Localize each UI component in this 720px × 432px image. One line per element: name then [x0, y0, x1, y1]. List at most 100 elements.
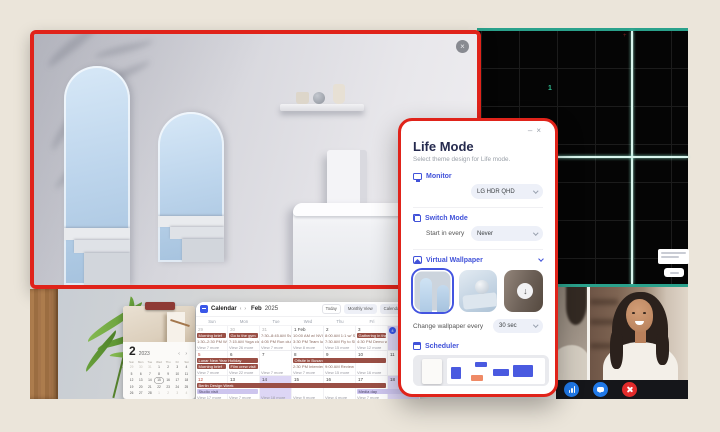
participant-tile-secondary: [556, 287, 587, 380]
view-more-link[interactable]: View 17 more: [197, 395, 221, 399]
calendar-date: 5: [198, 352, 201, 357]
calendar-date: 17: [358, 377, 363, 382]
downloadable-wallpaper[interactable]: ↓: [504, 270, 543, 312]
prev-month-icon[interactable]: ‹: [240, 306, 242, 312]
close-icon[interactable]: ×: [536, 126, 545, 135]
close-icon[interactable]: ×: [456, 40, 469, 53]
calendar-event[interactable]: 9:00 AM Review: [325, 364, 355, 369]
calendar-event[interactable]: Berlin Design Week: [197, 383, 386, 388]
calendar-event[interactable]: 2:30 PM Interview: [293, 364, 323, 369]
scheduler-label: Scheduler: [425, 343, 459, 350]
view-more-link[interactable]: View 8 more: [293, 345, 315, 350]
lg-switch-promo-screenshot: 1 4 +: [0, 0, 720, 432]
collapse-chevron-icon[interactable]: [538, 256, 544, 262]
calendar-event[interactable]: Go to the gym: [229, 333, 258, 338]
chat-button[interactable]: [593, 382, 608, 397]
calendar-event[interactable]: 3:30 PM Team lunch: [293, 339, 323, 344]
view-more-link[interactable]: View 7 more: [229, 395, 251, 399]
desk-calendar-clip: [145, 302, 175, 310]
calendar-event[interactable]: 7:15 AM Yoga class: [229, 339, 259, 344]
calendar-month: Feb: [251, 306, 262, 312]
view-more-link[interactable]: View 7 more: [261, 370, 283, 375]
switch-mode-icon: [413, 214, 421, 222]
calendar-week-row: 567891011Lunar New Year HolidayOffsite i…: [196, 351, 420, 376]
calendar-event[interactable]: Gathering in the HQ: [357, 333, 386, 338]
change-wallpaper-label: Change wallpaper every: [413, 323, 483, 330]
next-month-icon[interactable]: ›: [244, 306, 246, 312]
calendar-event[interactable]: 7:30–8:45 AM Swim: [261, 333, 291, 338]
view-more-link[interactable]: View 7 more: [357, 395, 379, 399]
calendar-week-row: 12131415161718Berlin Design WeekStudio v…: [196, 376, 420, 399]
start-in-every-dropdown[interactable]: Never: [471, 226, 543, 241]
calendar-event[interactable]: 10:00 AM w/ NVIDIA: [293, 333, 323, 338]
today-button[interactable]: Today: [322, 304, 341, 314]
view-more-link[interactable]: View 7 more: [293, 370, 315, 375]
view-more-link[interactable]: View 7 more: [261, 345, 283, 350]
view-more-link[interactable]: View 22 more: [229, 370, 253, 375]
participant-tile-main: [590, 287, 688, 380]
view-more-link[interactable]: View 9 more: [293, 395, 315, 399]
calendar-event[interactable]: Morning brief: [197, 333, 226, 338]
virtual-wallpaper-icon: [413, 256, 422, 264]
arched-mirrors-wallpaper[interactable]: [413, 270, 452, 312]
calendar-date: 16: [326, 377, 331, 382]
stats-button[interactable]: [564, 382, 579, 397]
view-more-link[interactable]: View 4 more: [325, 395, 347, 399]
view-more-link[interactable]: View 7 more: [197, 345, 219, 350]
calendar-event[interactable]: 1:30–2:30 PM Weekly: [197, 339, 227, 344]
graph-axis-label: 1: [548, 85, 552, 92]
mini-nav-arrows[interactable]: ‹ ›: [178, 351, 189, 357]
mini-date: 4: [182, 390, 191, 397]
panel-title: Life Mode: [413, 139, 543, 154]
day-header: Sun: [196, 317, 228, 325]
calendar-event[interactable]: Studio visit: [197, 389, 258, 394]
calendar-event[interactable]: Lunar New Year Holiday: [197, 358, 258, 363]
day-header: Mon: [228, 317, 260, 325]
mini-date: 28: [145, 390, 154, 397]
calendar-event[interactable]: 8:00 AM 1:1 w/ Sam: [325, 333, 355, 338]
interval-dropdown[interactable]: 30 sec: [493, 319, 543, 333]
calendar-date: 30: [230, 327, 235, 332]
end-call-button[interactable]: [622, 382, 637, 397]
calendar-event[interactable]: 4:30 PM Demo w/ BC: [357, 339, 387, 344]
calendar-event[interactable]: 7:30 AM Fly to SFO: [325, 339, 355, 344]
calendar-date: 1 Feb: [294, 327, 306, 332]
day-header: Tue: [260, 317, 292, 325]
mini-date: 1: [154, 390, 163, 397]
stats-bars-icon: [569, 390, 571, 393]
mini-year: 2023: [139, 351, 150, 357]
calendar-date: 6: [230, 352, 233, 357]
view-more-link[interactable]: View 15 more: [325, 370, 349, 375]
calendar-date: 14: [262, 377, 267, 382]
desk-calendar-photo: [123, 306, 195, 342]
monitor-icon: [413, 173, 422, 180]
shelf-vase: [333, 84, 345, 104]
monitor-dropdown[interactable]: LG HDR QHD: [471, 184, 543, 199]
plant-leaf: [81, 330, 121, 372]
day-header: Thu: [324, 317, 356, 325]
calendar-date: 3: [358, 327, 361, 332]
calendar-date: 31: [262, 327, 267, 332]
view-more-link[interactable]: View 12 more: [357, 345, 381, 350]
calendar-date: 12: [198, 377, 203, 382]
wallpaper-thumbnails: ↓: [413, 270, 543, 312]
calendar-event[interactable]: Offsite in Busan: [293, 358, 386, 363]
calendar-event[interactable]: 4:05 PM Run club: [261, 339, 291, 344]
calendar-event[interactable]: Film crew visit: [229, 364, 258, 369]
start-in-every-label: Start in every: [413, 230, 464, 237]
view-more-link[interactable]: View 18 more: [261, 395, 285, 399]
sphere-room-wallpaper[interactable]: [459, 270, 498, 312]
shelf-cup: [296, 92, 309, 104]
scheduler-preview[interactable]: [413, 355, 549, 386]
view-more-link[interactable]: View 26 more: [229, 345, 253, 350]
view-more-link[interactable]: View 16 more: [357, 370, 381, 375]
calendar-event[interactable]: Morning brief: [197, 364, 226, 369]
download-icon: ↓: [517, 283, 533, 299]
view-more-link[interactable]: View 15 more: [325, 345, 349, 350]
arched-mirror-large: [64, 66, 130, 285]
calendar-app-icon: [200, 305, 208, 313]
graph-tooltip-button[interactable]: [664, 268, 684, 277]
view-dropdown[interactable]: Monthly View: [344, 304, 377, 314]
mini-date: 26: [127, 390, 136, 397]
view-more-link[interactable]: View 7 more: [197, 370, 219, 375]
